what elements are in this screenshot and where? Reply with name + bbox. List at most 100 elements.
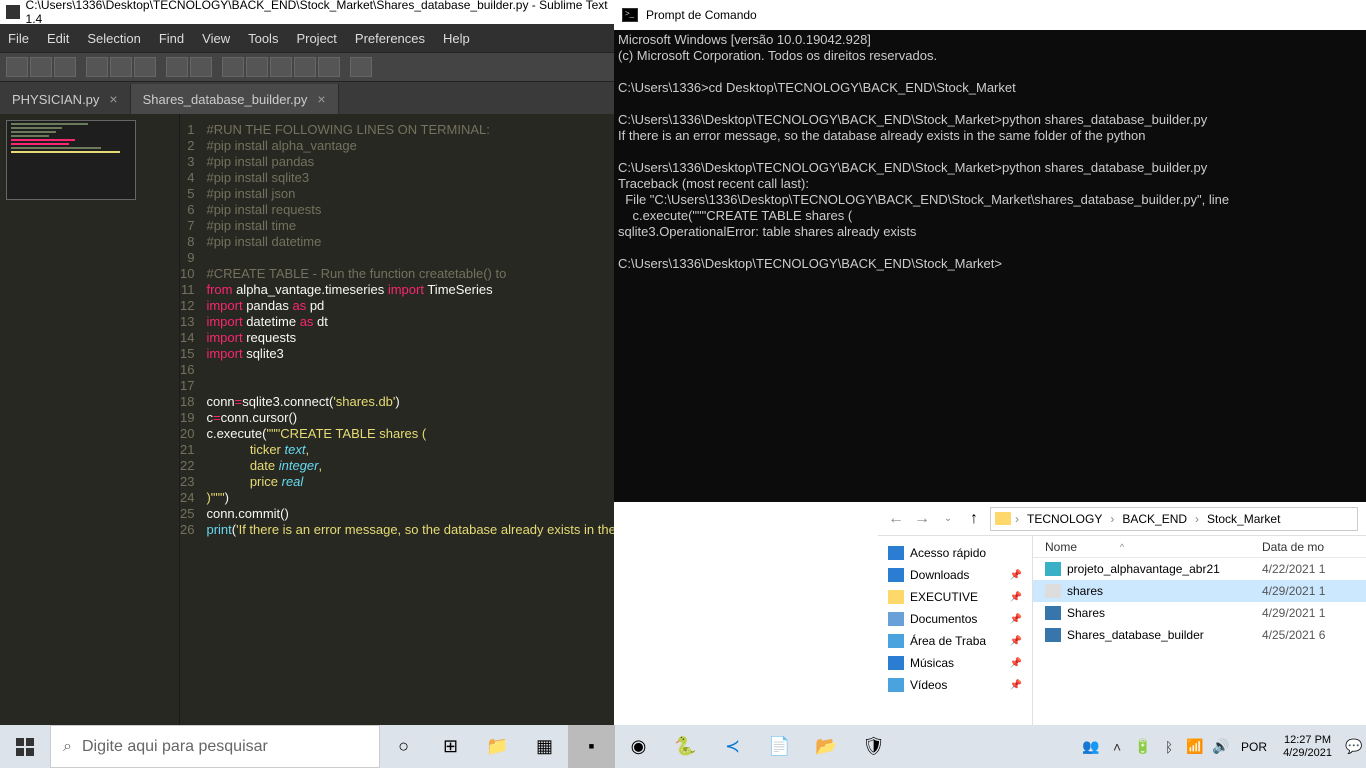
- sidebar-item-downloads[interactable]: Downloads📌: [878, 564, 1032, 586]
- tab-physician-py[interactable]: PHYSICIAN.py×: [0, 84, 131, 114]
- explorer-sidebar: Acesso rápidoDownloads📌EXECUTIVE📌Documen…: [878, 536, 1033, 725]
- chevron-right-icon[interactable]: ›: [1195, 512, 1199, 526]
- nav-back-icon[interactable]: ←: [886, 510, 906, 528]
- sublime-toolbar: [0, 52, 614, 82]
- paste-icon[interactable]: [134, 57, 156, 77]
- sidebar-item-executive[interactable]: EXECUTIVE📌: [878, 586, 1032, 608]
- menu-file[interactable]: File: [8, 31, 29, 46]
- sublime-titlebar[interactable]: C:\Users\1336\Desktop\TECNOLOGY\BACK_END…: [0, 0, 614, 24]
- sidebar-label: Documentos: [910, 612, 977, 626]
- code-content[interactable]: #RUN THE FOLLOWING LINES ON TERMINAL:#pi…: [202, 114, 614, 725]
- pin-icon: 📌: [1010, 636, 1022, 647]
- menu-tools[interactable]: Tools: [248, 31, 278, 46]
- pin-icon: 📌: [1010, 592, 1022, 603]
- menu-find[interactable]: Find: [159, 31, 184, 46]
- layout-2row-icon[interactable]: [294, 57, 316, 77]
- taskbar-app-vscode[interactable]: ≺: [709, 725, 756, 768]
- task-view-icon[interactable]: ⊞: [427, 725, 474, 768]
- battery-icon[interactable]: 🔋: [1131, 725, 1155, 768]
- nav-up-icon[interactable]: ↑: [964, 510, 984, 528]
- breadcrumb-item[interactable]: BACK_END: [1118, 512, 1191, 526]
- sidebar-item-documentos[interactable]: Documentos 📌: [878, 608, 1032, 630]
- taskbar-app-cmd[interactable]: ▪: [568, 725, 615, 768]
- redo-icon[interactable]: [190, 57, 212, 77]
- taskbar-app-explorer[interactable]: 📁: [474, 725, 521, 768]
- taskbar-app-sublime[interactable]: ▦: [521, 725, 568, 768]
- taskbar-search[interactable]: ⌕ Digite aqui para pesquisar: [50, 725, 380, 768]
- file-list[interactable]: projeto_alphavantage_abr214/22/2021 1sha…: [1033, 558, 1366, 725]
- sidebar-item--rea-de-traba[interactable]: Área de Traba📌: [878, 630, 1032, 652]
- menu-project[interactable]: Project: [296, 31, 336, 46]
- file-name: shares: [1067, 584, 1256, 598]
- tray-chevron-up-icon[interactable]: ˄: [1105, 725, 1129, 768]
- sublime-text-window: C:\Users\1336\Desktop\TECNOLOGY\BACK_END…: [0, 0, 614, 725]
- people-icon[interactable]: 👥: [1079, 725, 1103, 768]
- cortana-icon[interactable]: ○: [380, 725, 427, 768]
- layout-2col-icon[interactable]: [246, 57, 268, 77]
- system-clock[interactable]: 12:27 PM 4/29/2021: [1275, 734, 1340, 760]
- sidebar-item-acesso-r-pido[interactable]: Acesso rápido: [878, 542, 1032, 564]
- close-tab-icon[interactable]: ×: [317, 91, 325, 107]
- pyf-file-icon: [1045, 606, 1061, 620]
- undo-icon[interactable]: [166, 57, 188, 77]
- address-bar[interactable]: › TECNOLOGY › BACK_END › Stock_Market: [990, 507, 1358, 531]
- code-editor[interactable]: 1234567891011121314151617181920212223242…: [180, 114, 614, 725]
- sidebar-item-m-sicas[interactable]: Músicas📌: [878, 652, 1032, 674]
- start-button[interactable]: [0, 725, 50, 768]
- column-headers[interactable]: Nome ^ Data de mo: [1033, 536, 1366, 558]
- file-row[interactable]: Shares_database_builder4/25/2021 6: [1033, 624, 1366, 646]
- file-row[interactable]: projeto_alphavantage_abr214/22/2021 1: [1033, 558, 1366, 580]
- cmd-titlebar[interactable]: Prompt de Comando: [614, 0, 1366, 30]
- pin-icon: 📌: [1010, 614, 1022, 625]
- layout-3col-icon[interactable]: [270, 57, 292, 77]
- close-tab-icon[interactable]: ×: [109, 91, 117, 107]
- file-name: Shares: [1067, 606, 1256, 620]
- sidebar-label: Músicas: [910, 656, 954, 670]
- cut-icon[interactable]: [86, 57, 108, 77]
- nav-forward-icon[interactable]: →: [912, 510, 932, 528]
- volume-icon[interactable]: 🔊: [1209, 725, 1233, 768]
- menu-preferences[interactable]: Preferences: [355, 31, 425, 46]
- column-date[interactable]: Data de mo: [1262, 540, 1354, 554]
- tab-shares_database_builder-py[interactable]: Shares_database_builder.py ×: [131, 84, 339, 114]
- breadcrumb-item[interactable]: TECNOLOGY: [1023, 512, 1106, 526]
- taskbar-app-python[interactable]: 🐍: [662, 725, 709, 768]
- file-row[interactable]: shares4/29/2021 1: [1033, 580, 1366, 602]
- file-date: 4/29/2021 1: [1262, 606, 1354, 620]
- notifications-icon[interactable]: 💬: [1342, 725, 1366, 768]
- copy-icon[interactable]: [110, 57, 132, 77]
- file-row[interactable]: Shares 4/29/2021 1: [1033, 602, 1366, 624]
- file-explorer-window: ← → ⌄ ↑ › TECNOLOGY › BACK_END › Stock_M…: [878, 502, 1366, 725]
- menu-edit[interactable]: Edit: [47, 31, 69, 46]
- layout-single-icon[interactable]: [222, 57, 244, 77]
- bluetooth-icon[interactable]: ᛒ: [1157, 725, 1181, 768]
- menu-selection[interactable]: Selection: [87, 31, 140, 46]
- new-file-icon[interactable]: [6, 57, 28, 77]
- pyf-file-icon: [1045, 628, 1061, 642]
- menu-view[interactable]: View: [202, 31, 230, 46]
- chevron-right-icon[interactable]: ›: [1110, 512, 1114, 526]
- language-indicator[interactable]: POR: [1235, 740, 1273, 754]
- tab-label: Shares_database_builder.py: [143, 92, 308, 107]
- wifi-icon[interactable]: 📶: [1183, 725, 1207, 768]
- column-name[interactable]: Nome: [1045, 540, 1262, 554]
- breadcrumb-item[interactable]: Stock_Market: [1203, 512, 1284, 526]
- search-placeholder: Digite aqui para pesquisar: [82, 738, 268, 756]
- sublime-title-text: C:\Users\1336\Desktop\TECNOLOGY\BACK_END…: [26, 0, 608, 26]
- minimap-thumbnail[interactable]: [6, 120, 136, 200]
- layout-grid-icon[interactable]: [318, 57, 340, 77]
- chevron-right-icon[interactable]: ›: [1015, 512, 1019, 526]
- history-dropdown-icon[interactable]: ⌄: [938, 513, 958, 524]
- taskbar-app-chrome[interactable]: ◉: [615, 725, 662, 768]
- sidebar-item-v-deos[interactable]: Vídeos📌: [878, 674, 1032, 696]
- menu-help[interactable]: Help: [443, 31, 470, 46]
- taskbar-app-pyfile[interactable]: 📄: [756, 725, 803, 768]
- cmd-output[interactable]: Microsoft Windows [versão 10.0.19042.928…: [614, 30, 1366, 502]
- open-file-icon[interactable]: [30, 57, 52, 77]
- sublime-menubar: File Edit Selection Find View Tools Project Pre…: [0, 24, 614, 52]
- music-icon: [888, 656, 904, 670]
- save-file-icon[interactable]: [54, 57, 76, 77]
- taskbar-security-icon[interactable]: 🛡: [850, 725, 897, 768]
- taskbar-app-folder[interactable]: 📂: [803, 725, 850, 768]
- fullscreen-icon[interactable]: [350, 57, 372, 77]
